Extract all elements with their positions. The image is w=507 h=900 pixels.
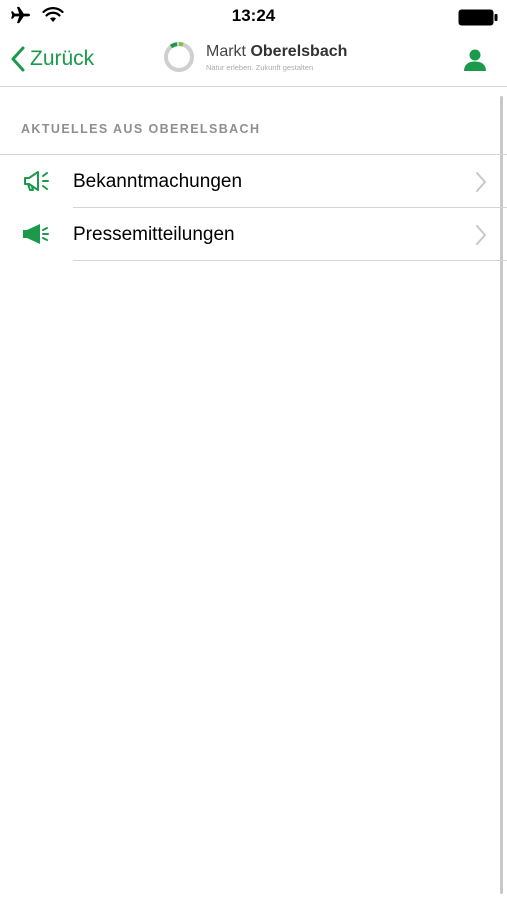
megaphone-filled-icon xyxy=(23,224,49,244)
logo-name-light: Markt xyxy=(206,42,251,60)
profile-button[interactable] xyxy=(463,48,487,77)
screen: 13:24 Zurück Markt Oberelsbach Natur erl… xyxy=(0,0,507,900)
back-button[interactable]: Zurück xyxy=(10,46,94,72)
list-item-label: Pressemitteilungen xyxy=(73,223,235,245)
status-bar: 13:24 xyxy=(0,0,507,34)
logo-text: Markt Oberelsbach Natur erleben. Zukunft… xyxy=(206,43,347,72)
logo-name-bold: Oberelsbach xyxy=(250,42,348,60)
section-header: AKTUELLES AUS OBERELSBACH xyxy=(21,122,261,136)
status-time: 13:24 xyxy=(231,6,276,25)
list-item-label: Bekanntmachungen xyxy=(73,170,243,192)
list-item-pressemitteilungen[interactable]: Pressemitteilungen xyxy=(0,208,507,261)
megaphone-outline-icon xyxy=(24,171,49,191)
list-item-bekanntmachungen[interactable]: Bekanntmachungen xyxy=(0,155,507,208)
person-icon xyxy=(464,49,486,71)
nav-bar: Zurück Markt Oberelsbach Natur erleben. … xyxy=(0,34,507,87)
logo-name: Markt Oberelsbach xyxy=(206,43,347,61)
battery-icon xyxy=(458,9,498,31)
back-label: Zurück xyxy=(30,47,95,70)
logo-tagline: Natur erleben. Zukunft gestalten xyxy=(206,62,314,72)
separator xyxy=(73,260,507,261)
chevron-right-icon xyxy=(476,225,486,245)
logo-ring-icon xyxy=(164,42,194,72)
app-logo: Markt Oberelsbach Natur erleben. Zukunft… xyxy=(162,40,347,74)
chevron-right-icon xyxy=(476,172,486,192)
news-list: Bekanntmachungen Pressemitteilungen xyxy=(0,155,507,261)
chevron-left-icon xyxy=(11,46,25,72)
